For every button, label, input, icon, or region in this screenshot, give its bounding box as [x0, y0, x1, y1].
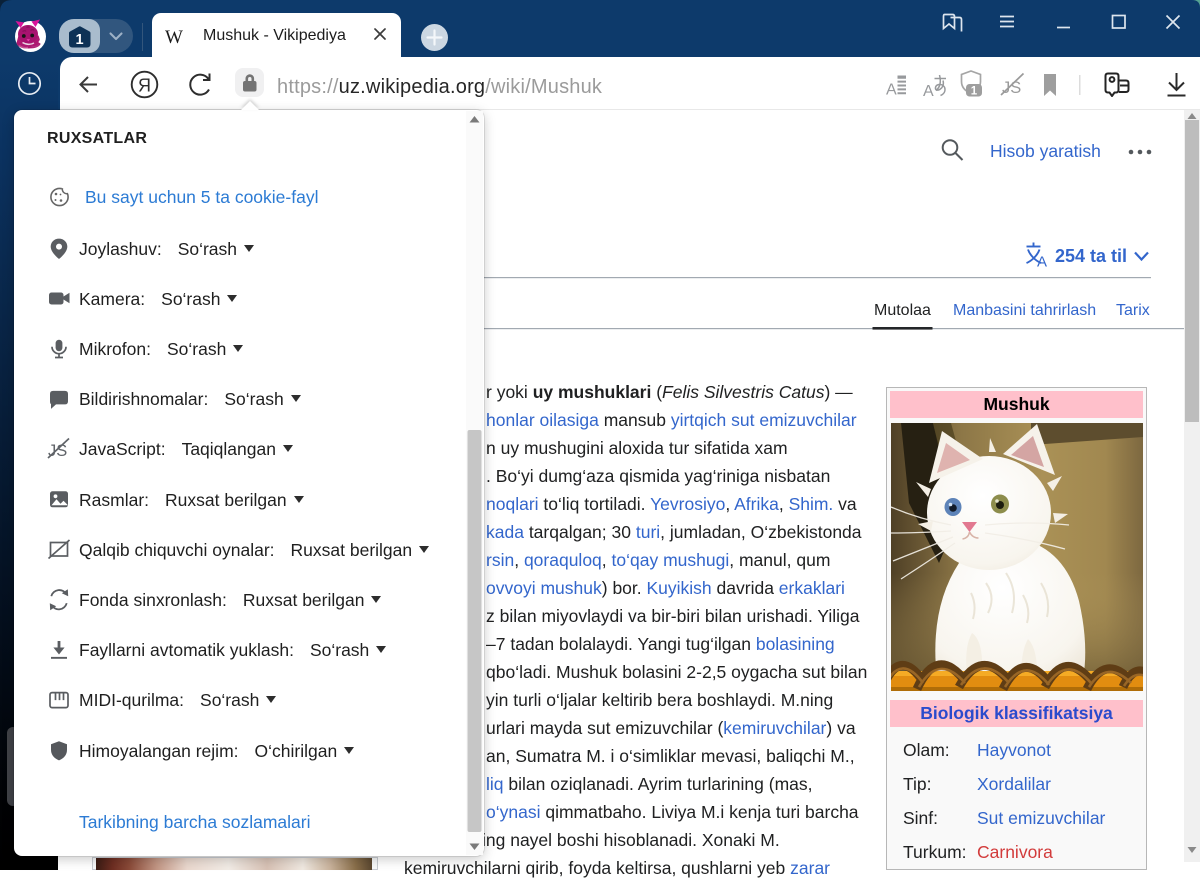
svg-text:A: A — [1037, 254, 1047, 271]
svg-text:1: 1 — [971, 86, 978, 98]
svg-text:JS: JS — [48, 442, 67, 460]
svg-text:JS: JS — [1002, 79, 1021, 97]
svg-text:A: A — [886, 82, 897, 99]
svg-text:W: W — [165, 27, 183, 48]
svg-text:Я: Я — [138, 76, 151, 96]
svg-text:1: 1 — [75, 32, 83, 48]
svg-text:A: A — [923, 83, 934, 100]
